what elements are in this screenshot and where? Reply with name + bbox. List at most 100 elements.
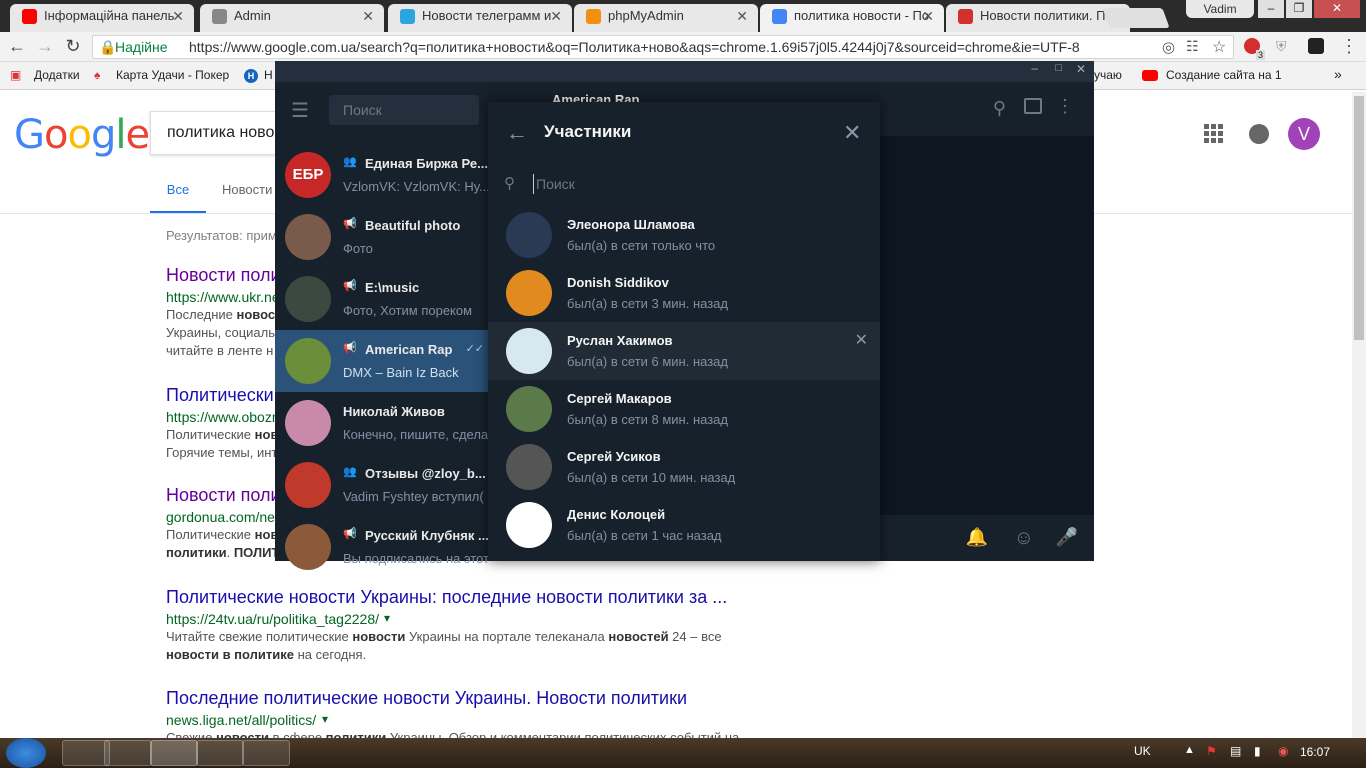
back-arrow-icon[interactable]: ← (506, 120, 528, 146)
bookmark-apps[interactable]: Додатки (34, 68, 80, 82)
taskbar-chrome[interactable] (104, 740, 152, 766)
translate-icon[interactable]: ☷ (1186, 38, 1199, 55)
member-avatar (506, 328, 552, 374)
member-list-item[interactable]: Элеонора Шламова был(а) в сети только что (488, 206, 880, 264)
notifications-icon[interactable] (1249, 124, 1269, 144)
bookmark-learn[interactable]: учаю (1094, 68, 1122, 82)
google-apps-icon[interactable] (1204, 124, 1224, 144)
tab-close-icon[interactable]: ✕ (172, 4, 184, 28)
panel-close-icon[interactable]: ✕ (843, 120, 861, 146)
tab-news[interactable]: Новости (222, 182, 272, 197)
reload-icon[interactable]: ↻ (62, 36, 84, 57)
new-tab-button[interactable] (1102, 8, 1170, 28)
maximize-icon[interactable]: ❐ (1286, 0, 1312, 18)
member-list-item[interactable]: Денис Колоцей был(а) в сети 1 час назад (488, 496, 880, 554)
bookmark-n[interactable]: Н (264, 68, 273, 82)
url-text[interactable]: https://www.google.com.ua/search?q=полит… (189, 36, 1080, 58)
search-icon[interactable]: ⚲ (993, 98, 1006, 119)
chat-list-item[interactable]: 👥 Отзывы @zloy_b... Vadim Fyshtey вступил( (275, 454, 488, 516)
emoji-icon[interactable]: ☺ (1014, 527, 1034, 550)
bell-icon[interactable]: 🔔 (966, 527, 988, 548)
sidebar-toggle-icon[interactable] (1024, 98, 1042, 114)
result-title-link[interactable]: Новости поли (166, 265, 281, 286)
tg-maximize-icon[interactable]: □ (1055, 62, 1062, 74)
hamburger-icon[interactable]: ☰ (291, 98, 309, 123)
microphone-icon[interactable]: 🎤 (1056, 527, 1078, 548)
tray-network-icon[interactable]: ▤ (1230, 744, 1241, 758)
bookmark-site[interactable]: Создание сайта на 1 (1166, 68, 1282, 82)
start-button[interactable] (6, 738, 46, 768)
tray-volume-icon[interactable]: ◉ (1278, 744, 1288, 758)
browser-tab[interactable]: Новости телеграмм и ✕ (388, 4, 572, 32)
more-icon[interactable]: ⋮ (1056, 96, 1074, 117)
chat-list-item[interactable]: 📢 Русский Клубняк ... Вы подписались на эт… (275, 516, 488, 578)
member-avatar (506, 502, 552, 548)
tg-close-icon[interactable]: ✕ (1076, 62, 1086, 76)
address-bar[interactable]: 🔒 Надійне https://www.google.com.ua/sear… (92, 35, 1234, 59)
menu-icon[interactable]: ⋮ (1340, 36, 1358, 57)
google-logo[interactable]: Google (14, 112, 150, 158)
taskbar-explorer[interactable] (62, 740, 110, 766)
clock[interactable]: 16:07 (1300, 745, 1330, 759)
result-dropdown-icon[interactable]: ▾ (384, 611, 390, 625)
chat-list-item[interactable]: Николай Живов Конечно, пишите, сдела (275, 392, 488, 454)
tray-flag-icon[interactable]: ⚑ (1206, 744, 1217, 758)
close-icon[interactable]: ✕ (1314, 0, 1360, 18)
chat-list-item[interactable]: 📢 Beautiful photo Фото (275, 206, 488, 268)
taskbar-telegram[interactable] (150, 740, 198, 766)
profile-button[interactable]: Vadim (1186, 0, 1254, 18)
browser-tab[interactable]: Інформаційна панель ✕ (10, 4, 194, 32)
browser-tab[interactable]: политика новости - По ✕ (760, 4, 944, 32)
result-dropdown-icon[interactable]: ▾ (322, 712, 328, 726)
shield-icon[interactable]: ⛨ (1276, 38, 1287, 55)
taskbar-notepad[interactable] (242, 740, 290, 766)
browser-tab[interactable]: phpMyAdmin ✕ (574, 4, 758, 32)
member-name: Сергей Усиков (567, 449, 661, 464)
members-search-input[interactable]: Поиск (533, 174, 575, 194)
bookmarks-more[interactable]: » (1334, 66, 1342, 82)
extension-badge: 3 (1256, 50, 1266, 60)
browser-tab[interactable]: Admin ✕ (200, 4, 384, 32)
search-input[interactable]: политика ново (150, 111, 290, 155)
member-status: был(а) в сети 1 час назад (567, 528, 722, 543)
chat-list-item[interactable]: ЕБР 👥 Единая Биржа Ре... VzlomVK: VzlomVK: … (275, 144, 488, 206)
tg-minimize-icon[interactable]: – (1031, 61, 1038, 75)
result-title-link[interactable]: Новости поли (166, 485, 281, 506)
result-title-link[interactable]: Политические новости Украины: последние … (166, 587, 727, 608)
extension-2-icon[interactable] (1308, 38, 1324, 54)
tab-all[interactable]: Все (150, 182, 206, 214)
result-title-link[interactable]: Последние политические новости Украины. … (166, 688, 687, 709)
scrollbar-thumb[interactable] (1354, 96, 1364, 340)
remove-member-icon[interactable]: ✕ (855, 330, 868, 350)
member-list-item[interactable]: Сергей Макаров был(а) в сети 8 мин. назад (488, 380, 880, 438)
tray-signal-icon[interactable]: ▮ (1254, 744, 1261, 758)
back-icon[interactable]: ← (6, 36, 28, 57)
bookmark-poker[interactable]: Карта Удачи - Покер (116, 68, 229, 82)
tab-close-icon[interactable]: ✕ (736, 4, 748, 28)
result-snippet: новости в политике на сегодня. (166, 647, 367, 662)
language-indicator[interactable]: UK (1134, 744, 1151, 758)
chat-list-item[interactable]: 📢 E:\music Фото, Хотим пореком (275, 268, 488, 330)
tray-arrow-icon[interactable]: ▲ (1184, 744, 1195, 756)
member-avatar (506, 386, 552, 432)
favicon-icon (212, 9, 227, 24)
chat-list-item[interactable]: 📢 American Rap DMX – Bain Iz Back ✓✓ (275, 330, 488, 392)
chat-search-input[interactable]: Поиск (329, 95, 479, 125)
chat-last-message: Фото (343, 241, 373, 256)
star-icon[interactable]: ☆ (1212, 37, 1226, 57)
location-icon[interactable]: ◎ (1162, 38, 1175, 56)
chat-last-message: Фото, Хотим пореком (343, 303, 473, 318)
chat-last-message: Конечно, пишите, сдела (343, 427, 488, 442)
result-title-link[interactable]: Политически (166, 385, 274, 406)
member-list-item[interactable]: Сергей Усиков был(а) в сети 10 мин. назад (488, 438, 880, 496)
apps-icon[interactable]: ▣ (10, 68, 21, 82)
minimize-icon[interactable]: – (1258, 0, 1284, 18)
taskbar-photoshop[interactable] (196, 740, 244, 766)
account-avatar[interactable]: V (1288, 118, 1320, 150)
member-list-item[interactable]: Руслан Хакимов был(а) в сети 6 мин. назад… (488, 322, 880, 380)
tab-close-icon[interactable]: ✕ (362, 4, 374, 28)
forward-icon[interactable]: → (34, 36, 56, 57)
member-list-item[interactable]: Donish Siddikov был(а) в сети 3 мин. наза… (488, 264, 880, 322)
tab-close-icon[interactable]: ✕ (550, 4, 562, 28)
tab-close-icon[interactable]: ✕ (922, 4, 934, 28)
